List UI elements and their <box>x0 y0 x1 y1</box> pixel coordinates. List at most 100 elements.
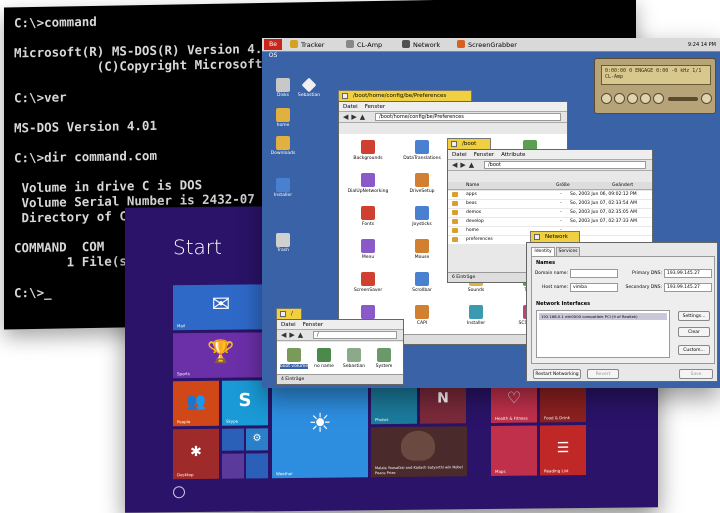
root-path-field[interactable]: / <box>313 331 397 339</box>
power-icon[interactable] <box>173 486 185 499</box>
menu-attribute[interactable]: Attribute <box>501 152 525 158</box>
eject-icon[interactable] <box>701 93 712 104</box>
host-name-input[interactable]: vimba <box>570 283 618 292</box>
capi-icon <box>415 305 429 319</box>
clear-button[interactable]: Clear <box>678 327 710 337</box>
restart-networking-button[interactable]: Restart Networking <box>533 369 581 379</box>
tile-small-settings[interactable]: ⚙ <box>246 428 268 451</box>
column-modified[interactable]: Geändert <box>612 182 633 189</box>
pref-icon-scrollbar[interactable]: Scrollbar <box>401 272 443 293</box>
pref-icon-fonts[interactable]: Fonts <box>347 206 389 227</box>
pref-icon-capi[interactable]: CAPI <box>401 305 443 326</box>
save-button[interactable]: Save <box>679 369 713 379</box>
pause-icon[interactable] <box>640 93 651 104</box>
previous-icon[interactable] <box>601 93 612 104</box>
menu-fenster[interactable]: Fenster <box>303 322 323 328</box>
column-size[interactable]: Größe <box>556 182 570 189</box>
nav-arrows-icon[interactable]: ◀▶▲ <box>452 161 477 170</box>
tile-sports[interactable]: 🏆 Sports <box>173 332 269 379</box>
tile-people[interactable]: 👥 People <box>173 380 219 427</box>
table-row[interactable]: apps - So, 2003 Jun 06, 09:02:12 PM <box>448 191 652 199</box>
pref-icon-datatranslations[interactable]: DataTranslations <box>401 140 443 161</box>
desktop-icon-trash[interactable]: Trash <box>268 233 298 253</box>
tile-mail[interactable]: ✉ Mail <box>173 284 269 331</box>
secondary-dns-input[interactable]: 193.99.145.27 <box>664 283 712 292</box>
clamp-media-player: 0:00:00 0 ENGAGE 0:00 -0 kHz 1/1 CL-Amp <box>594 58 716 114</box>
close-icon[interactable] <box>451 141 457 147</box>
primary-dns-input[interactable]: 193.99.145.27 <box>664 269 712 278</box>
interface-row[interactable]: 192.168.0.1 eth0000 compatible PCI (9 of… <box>539 313 667 320</box>
revert-button[interactable]: Revert <box>587 369 619 379</box>
volume-slider[interactable] <box>668 97 698 101</box>
pref-icon-installer[interactable]: Installer <box>455 305 497 326</box>
pref-icon-screensaver[interactable]: ScreenSaver <box>347 272 389 293</box>
taskbar-item-tracker[interactable]: Tracker <box>290 40 324 50</box>
settings-button[interactable]: Settings... <box>678 311 710 321</box>
volume-sebastian[interactable]: Sebastian <box>339 348 369 369</box>
desktop-icon-installer[interactable]: Installer <box>268 178 298 198</box>
root-window-tab[interactable]: / <box>276 308 302 319</box>
pref-icon-backgrounds[interactable]: Backgrounds <box>347 140 389 161</box>
close-icon[interactable] <box>280 311 286 317</box>
tile-desktop[interactable]: ✱ Desktop <box>173 428 219 480</box>
pref-icon-mouse[interactable]: Mouse <box>401 239 443 260</box>
pref-icon-joysticks[interactable]: Joysticks <box>401 206 443 227</box>
interfaces-list[interactable]: 192.168.0.1 eth0000 compatible PCI (9 of… <box>536 310 670 358</box>
pref-icon-dialupnetworking[interactable]: DialUpNetworking <box>347 173 389 194</box>
custom-button[interactable]: Custom... <box>678 345 710 355</box>
prefs-path-field[interactable]: /boot/home/config/be/Preferences <box>375 113 561 121</box>
heart-icon: ♡ <box>506 388 522 408</box>
volume-boot[interactable]: boot volume <box>279 348 309 369</box>
stop-icon[interactable] <box>653 93 664 104</box>
tile-maps[interactable]: Maps <box>491 425 537 476</box>
tile-small-1[interactable] <box>222 428 244 451</box>
domain-name-input[interactable] <box>570 269 618 278</box>
volume-icon <box>301 77 317 93</box>
rewind-icon[interactable] <box>614 93 625 104</box>
tile-reading-list[interactable]: ☰ Reading List <box>540 424 586 476</box>
network-window-tab[interactable]: Network <box>530 231 580 242</box>
tile-weather[interactable]: ☀ Weather <box>272 379 368 479</box>
menu-datei[interactable]: Datei <box>281 322 296 328</box>
taskbar-item-network[interactable]: Network <box>402 40 440 50</box>
menu-datei[interactable]: Datei <box>343 104 358 110</box>
desktop-icon-sebastian[interactable]: Sebastian <box>294 77 324 98</box>
news-photo <box>401 430 435 461</box>
folder-icon <box>452 201 458 206</box>
taskbar-item-screengrabber[interactable]: ScreenGrabber <box>457 40 517 50</box>
table-row[interactable]: develop - So, 2003 Jun 07, 02:37:33 AM <box>448 218 652 226</box>
volume-system[interactable]: System <box>369 348 399 369</box>
tile-news[interactable]: Malala Yousafzai and Kailash Satyarthi w… <box>371 426 467 478</box>
menu-fenster[interactable]: Fenster <box>474 152 494 158</box>
boot-window-tab[interactable]: /boot <box>447 138 491 149</box>
taskbar-item-clamp[interactable]: CL-Amp <box>346 40 382 50</box>
boot-path-field[interactable]: /boot <box>484 161 646 169</box>
disk-icon <box>347 348 361 362</box>
be-menu-button[interactable]: Be OS <box>264 39 282 59</box>
prefs-window-tab[interactable]: /boot/home/config/be/Preferences <box>338 90 472 101</box>
desktop-icon-downloads[interactable]: Downloads <box>268 136 298 156</box>
close-icon[interactable] <box>342 93 348 99</box>
prefs-menubar: Datei Fenster <box>339 102 567 112</box>
table-row[interactable]: demos - So, 2003 Jun 07, 02:35:05 AM <box>448 209 652 217</box>
tab-identity[interactable]: Identity <box>531 247 555 256</box>
tile-small-4[interactable] <box>246 453 268 479</box>
menu-fenster[interactable]: Fenster <box>365 104 385 110</box>
pref-icon-menu[interactable]: Menu <box>347 239 389 260</box>
deskbar: Be OS Tracker CL-Amp Network ScreenGrabb… <box>262 38 720 59</box>
play-icon[interactable] <box>627 93 638 104</box>
tab-services[interactable]: Services <box>556 247 580 256</box>
nav-arrows-icon[interactable]: ◀▶▲ <box>343 113 368 122</box>
root-icon-area: boot volume no name Sebastian System <box>277 342 403 374</box>
joysticks-icon <box>415 206 429 220</box>
menu-datei[interactable]: Datei <box>452 152 467 158</box>
table-row[interactable]: beos - So, 2003 Jun 07, 02:33:54 AM <box>448 200 652 208</box>
desktop-icon-home[interactable]: home <box>268 108 298 128</box>
pref-icon-drivesetup[interactable]: DriveSetup <box>401 173 443 194</box>
volume-no-name[interactable]: no name <box>309 348 339 369</box>
column-name[interactable]: Name <box>466 182 479 189</box>
tile-small-3[interactable] <box>222 453 244 479</box>
close-icon[interactable] <box>534 234 540 240</box>
network-panel: Names Domain name: Host name: vimba Prim… <box>531 256 715 364</box>
nav-arrows-icon[interactable]: ◀▶▲ <box>281 331 306 340</box>
